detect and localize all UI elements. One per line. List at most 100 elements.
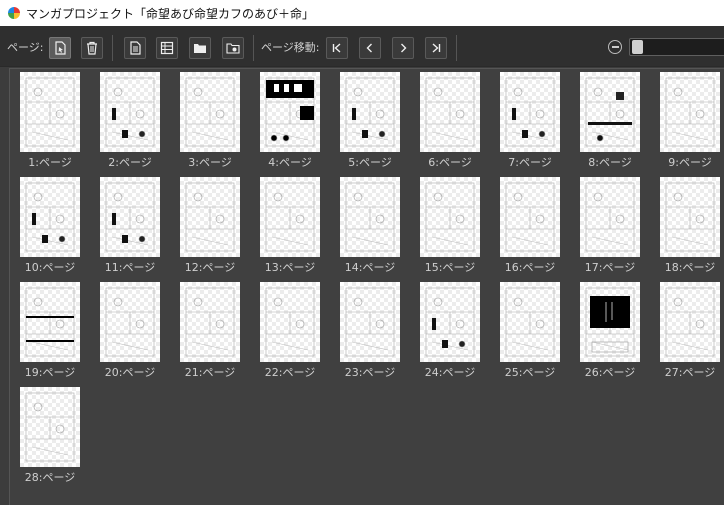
page-thumbnail[interactable]: 19:ページ xyxy=(20,282,80,380)
page-thumbnail-image xyxy=(180,282,240,362)
app-icon xyxy=(8,7,20,19)
page-label: 13:ページ xyxy=(264,261,316,274)
open-folder-button[interactable] xyxy=(189,37,211,59)
page-thumbnail-image xyxy=(660,177,720,257)
page-select-icon xyxy=(55,41,66,55)
page-thumbnail[interactable]: 24:ページ xyxy=(420,282,480,380)
last-page-icon xyxy=(432,43,441,53)
page-label: 16:ページ xyxy=(504,261,556,274)
page-thumbnail-image xyxy=(420,177,480,257)
page-thumbnail-image xyxy=(580,72,640,152)
page-thumbnail[interactable]: 12:ページ xyxy=(180,177,240,275)
page-thumbnail[interactable]: 28:ページ xyxy=(20,387,80,485)
page-thumbnail[interactable]: 8:ページ xyxy=(580,72,640,170)
page-thumbnail-image xyxy=(340,282,400,362)
page-thumbnail-image xyxy=(100,72,160,152)
page-label: 9:ページ xyxy=(668,156,712,169)
page-thumbnail[interactable]: 16:ページ xyxy=(500,177,560,275)
page-list-button[interactable] xyxy=(156,37,178,59)
page-label: 6:ページ xyxy=(428,156,472,169)
page-thumbnail-image xyxy=(340,177,400,257)
prev-page-button[interactable] xyxy=(359,37,381,59)
page-thumbnail-image xyxy=(100,282,160,362)
delete-page-button[interactable] xyxy=(81,37,103,59)
page-thumbnail[interactable]: 1:ページ xyxy=(20,72,80,170)
window-title: マンガプロジェクト「命望あび命望カフのあび＋命」 xyxy=(26,6,315,21)
page-label: 5:ページ xyxy=(348,156,392,169)
page-label: 20:ページ xyxy=(104,366,156,379)
page-label: 7:ページ xyxy=(508,156,552,169)
page-thumbnail-image xyxy=(580,177,640,257)
page-thumbnail[interactable]: 22:ページ xyxy=(260,282,320,380)
page-thumbnail[interactable]: 18:ページ xyxy=(660,177,720,275)
title-bar: マンガプロジェクト「命望あび命望カフのあび＋命」 xyxy=(0,0,724,26)
page-label: 17:ページ xyxy=(584,261,636,274)
page-thumbnail[interactable]: 10:ページ xyxy=(20,177,80,275)
page-select-button[interactable] xyxy=(49,37,71,59)
toolbar-separator xyxy=(253,35,254,61)
page-thumbnail-image xyxy=(260,282,320,362)
page-label: 2:ページ xyxy=(108,156,152,169)
page-thumbnail[interactable]: 5:ページ xyxy=(340,72,400,170)
page-label: 26:ページ xyxy=(584,366,636,379)
page-thumbnail[interactable]: 25:ページ xyxy=(500,282,560,380)
page-thumbnail[interactable]: 13:ページ xyxy=(260,177,320,275)
zoom-out-icon[interactable] xyxy=(608,40,622,54)
next-page-button[interactable] xyxy=(392,37,414,59)
page-label: 22:ページ xyxy=(264,366,316,379)
page-label: 23:ページ xyxy=(344,366,396,379)
page-label: 19:ページ xyxy=(24,366,76,379)
page-thumbnail-image xyxy=(660,282,720,362)
page-move-label: ページ移動: xyxy=(261,41,320,54)
page-thumbnail-image xyxy=(260,177,320,257)
page-thumbnail-image xyxy=(420,72,480,152)
page-thumbnail[interactable]: 21:ページ xyxy=(180,282,240,380)
toolbar-separator xyxy=(112,35,113,61)
page-label: 8:ページ xyxy=(588,156,632,169)
page-thumbnail[interactable]: 4:ページ xyxy=(260,72,320,170)
page-label: 21:ページ xyxy=(184,366,236,379)
page-label: 24:ページ xyxy=(424,366,476,379)
page-thumbnail[interactable]: 26:ページ xyxy=(580,282,640,380)
page-thumbnail[interactable]: 7:ページ xyxy=(500,72,560,170)
preview-icon xyxy=(226,43,240,54)
page-thumbnail[interactable]: 17:ページ xyxy=(580,177,640,275)
page-thumbnail-image xyxy=(100,177,160,257)
zoom-slider-handle[interactable] xyxy=(632,40,643,54)
page-thumbnail-image xyxy=(20,282,80,362)
page-thumbnail[interactable]: 27:ページ xyxy=(660,282,720,380)
page-thumbnail-image xyxy=(20,177,80,257)
folder-icon xyxy=(194,44,206,53)
page-thumbnail-image xyxy=(340,72,400,152)
page-thumbnail[interactable]: 2:ページ xyxy=(100,72,160,170)
page-thumbnail-image xyxy=(180,177,240,257)
last-page-button[interactable] xyxy=(425,37,447,59)
page-properties-button[interactable] xyxy=(124,37,146,59)
page-label: 15:ページ xyxy=(424,261,476,274)
page-thumbnail-panel: 1:ページ 2:ページ 3:ページ 4:ページ 5:ページ 6:ページ 7:ページ 8:ページ… xyxy=(9,68,724,505)
page-thumbnail-image xyxy=(500,282,560,362)
page-label: 12:ページ xyxy=(184,261,236,274)
page-thumbnail[interactable]: 20:ページ xyxy=(100,282,160,380)
page-thumbnail[interactable]: 11:ページ xyxy=(100,177,160,275)
toolbar: ページ: ページ移動: xyxy=(0,26,724,67)
first-page-button[interactable] xyxy=(326,37,348,59)
first-page-icon xyxy=(332,43,341,53)
preview-button[interactable] xyxy=(222,37,244,59)
page-label: 25:ページ xyxy=(504,366,556,379)
page-label: 1:ページ xyxy=(28,156,72,169)
page-thumbnail-image xyxy=(260,72,320,152)
page-label: 18:ページ xyxy=(664,261,716,274)
page-label: 14:ページ xyxy=(344,261,396,274)
page-thumbnail[interactable]: 9:ページ xyxy=(660,72,720,170)
page-thumbnail[interactable]: 15:ページ xyxy=(420,177,480,275)
page-thumbnail[interactable]: 6:ページ xyxy=(420,72,480,170)
page-thumbnail[interactable]: 23:ページ xyxy=(340,282,400,380)
page-label: 3:ページ xyxy=(188,156,232,169)
zoom-slider[interactable] xyxy=(629,38,724,56)
page-label: 27:ページ xyxy=(664,366,716,379)
page-thumbnail-image xyxy=(500,177,560,257)
page-label: 28:ページ xyxy=(24,471,76,484)
page-thumbnail[interactable]: 14:ページ xyxy=(340,177,400,275)
page-thumbnail[interactable]: 3:ページ xyxy=(180,72,240,170)
